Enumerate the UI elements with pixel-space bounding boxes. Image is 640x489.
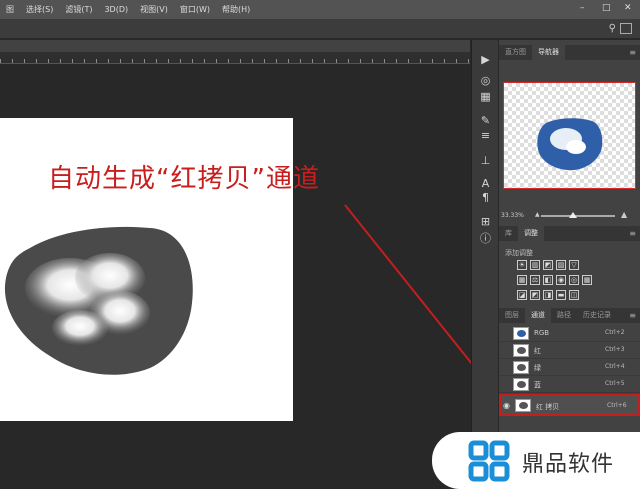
color-icon[interactable]: ◎ [478,75,493,87]
navigator-thumbnail [537,118,603,171]
channel-row[interactable]: 绿 Ctrl+4 [499,359,640,376]
channel-row[interactable]: 红 Ctrl+3 [499,342,640,359]
tab-navigator[interactable]: 导航器 [532,45,565,60]
info-icon[interactable]: ⓘ [478,233,493,245]
tab-paths[interactable]: 路径 [551,308,577,323]
channel-shortcut: Ctrl+4 [605,363,625,370]
zoom-in-icon[interactable]: ▲ [621,210,627,219]
adjustments-title: 添加调整 [505,249,533,257]
tab-libraries[interactable]: 库 [499,226,518,241]
brand-logo [468,440,510,482]
brand-name: 鼎品软件 [522,452,615,477]
posterize-icon[interactable]: ◩ [530,290,540,300]
channel-shortcut: Ctrl+3 [605,346,625,353]
threshold-icon[interactable]: ◨ [543,290,553,300]
channel-thumbnail [513,327,529,340]
channel-name: 蓝 [534,381,541,389]
paragraph-icon[interactable]: ¶ [478,192,493,204]
top-panel-tabs: 直方图 导航器 ≡ [499,45,640,60]
tab-channels[interactable]: 通道 [525,308,551,323]
mid-panel-tabs: 库 调整 ≡ [499,226,640,241]
tab-layers[interactable]: 图层 [499,308,525,323]
zoom-level[interactable]: 33.33% [501,212,524,219]
panel-menu-icon[interactable]: ≡ [629,48,636,57]
adjustment-row-1: ☀ ▥ ◩ ▨ ▽ [517,260,579,270]
levels-icon[interactable]: ▥ [530,260,540,270]
channel-name: RGB [534,329,550,337]
brightness-icon[interactable]: ☀ [517,260,527,270]
vibrance-icon[interactable]: ▽ [569,260,579,270]
brand-watermark: 鼎品软件 [432,432,640,489]
invert-icon[interactable]: ◪ [517,290,527,300]
channel-thumbnail [513,361,529,374]
right-panel: 直方图 导航器 ≡ 33.33% ▲ ▲ 库 调整 ≡ 添加调整 ☀ ▥ ◩ ▨… [499,40,640,489]
zoom-slider-knob[interactable] [569,212,577,218]
clone-icon[interactable]: ⊥ [478,155,493,167]
balance-icon[interactable]: ⚖ [530,275,540,285]
channel-name: 绿 [534,364,541,372]
channel-row-red-copy[interactable]: ◉ 红 拷贝 Ctrl+6 [499,394,640,416]
hue-icon[interactable]: ▦ [517,275,527,285]
gradient-map-icon[interactable]: ▬ [556,290,566,300]
character-icon[interactable]: A [478,178,493,190]
channel-name: 红 拷贝 [536,403,560,411]
lookup-icon[interactable]: ▦ [582,275,592,285]
sliders-icon[interactable]: ≡ [478,130,493,142]
selective-color-icon[interactable]: ◫ [569,290,579,300]
panel-toolstrip: ▶ ◎ ▦ ✎ ≡ ⊥ A ¶ ⊞ ⓘ [471,40,498,489]
channel-name: 红 [534,347,541,355]
channel-thumbnail [513,344,529,357]
adjustment-row-3: ◪ ◩ ◨ ▬ ◫ [517,290,579,300]
brush-icon[interactable]: ✎ [478,115,493,127]
zoom-out-icon[interactable]: ▲ [535,211,540,218]
channel-thumbnail [513,378,529,391]
channel-thumbnail [515,399,531,412]
channel-row[interactable]: 蓝 Ctrl+5 [499,376,640,393]
exposure-icon[interactable]: ▨ [556,260,566,270]
panel-menu-icon[interactable]: ≡ [629,311,636,320]
photo-filter-icon[interactable]: ◉ [556,275,566,285]
bw-icon[interactable]: ◧ [543,275,553,285]
tab-adjustments[interactable]: 调整 [518,226,544,241]
channel-row[interactable]: RGB Ctrl+2 [499,325,640,342]
adjustment-row-2: ▦ ⚖ ◧ ◉ ◎ ▦ [517,275,592,285]
channel-shortcut: Ctrl+2 [605,329,625,336]
tab-histogram[interactable]: 直方图 [499,45,532,60]
properties-icon[interactable]: ⊞ [478,216,493,228]
bottom-panel-tabs: 图层 通道 路径 历史记录 ≡ [499,308,640,323]
play-icon[interactable]: ▶ [478,54,493,66]
visibility-eye-icon[interactable]: ◉ [503,401,512,410]
zoom-slider[interactable] [541,215,615,217]
grid-icon[interactable]: ▦ [478,91,493,103]
channel-shortcut: Ctrl+5 [605,380,625,387]
navigator-preview[interactable] [503,82,636,189]
zoom-bar: 33.33% ▲ ▲ [499,210,640,222]
curves-icon[interactable]: ◩ [543,260,553,270]
channel-shortcut: Ctrl+6 [607,402,627,409]
tab-history[interactable]: 历史记录 [577,308,617,323]
mixer-icon[interactable]: ◎ [569,275,579,285]
panel-menu-icon[interactable]: ≡ [629,229,636,238]
